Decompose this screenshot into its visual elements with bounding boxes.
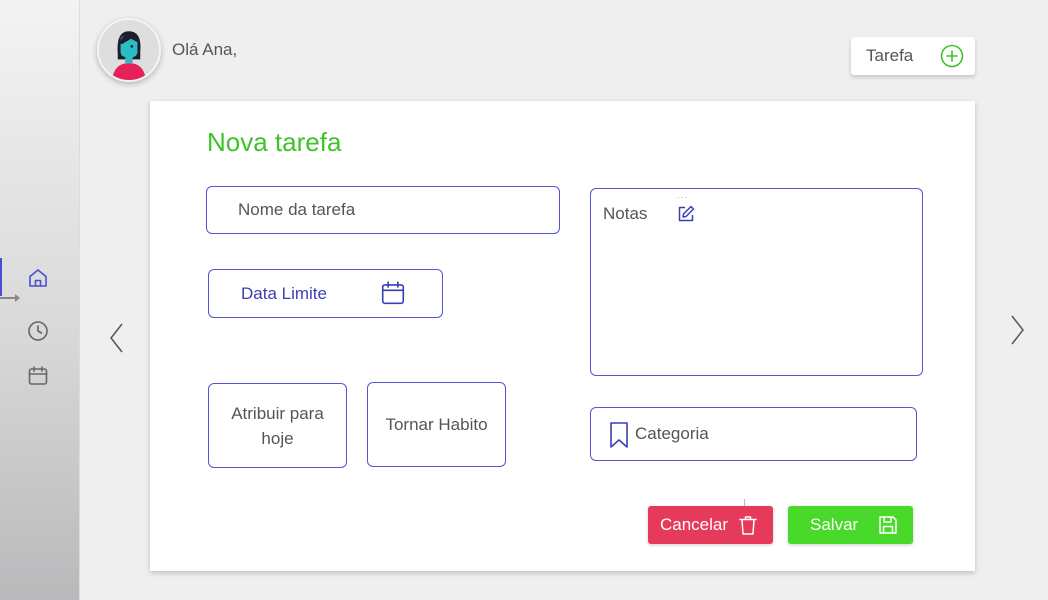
assign-today-label: Atribuir para hoje: [231, 403, 324, 448]
cancel-button[interactable]: Cancelar: [648, 506, 773, 544]
cancel-label: Cancelar: [660, 515, 729, 534]
page-title: Nova tarefa: [207, 127, 342, 157]
due-date-label: Data Limite: [241, 283, 327, 303]
new-task-card: Nova tarefa Nome da tarefa Data Limite A…: [150, 101, 975, 571]
task-name-input[interactable]: Nome da tarefa: [206, 186, 560, 234]
new-task-label: Tarefa: [866, 46, 914, 65]
category-select[interactable]: Categoria: [590, 407, 917, 461]
save-button[interactable]: Salvar: [788, 506, 913, 544]
active-nav-marker: [0, 258, 2, 296]
sidebar-item-history[interactable]: [26, 319, 50, 343]
sidebar-pointer-arrow: [0, 294, 20, 302]
assign-today-button[interactable]: Atribuir para hoje: [208, 383, 347, 468]
edit-icon: [678, 205, 695, 222]
home-icon: [29, 269, 47, 287]
avatar[interactable]: [97, 18, 161, 82]
chevron-left-icon: [110, 323, 123, 353]
make-habit-label: Tornar Habito: [385, 415, 488, 434]
previous-arrow-button[interactable]: [107, 321, 127, 355]
calendar-icon: [381, 281, 405, 305]
save-icon: [879, 516, 897, 534]
greeting-text: Olá Ana,: [172, 40, 238, 59]
new-task-button[interactable]: Tarefa: [851, 37, 975, 75]
save-label: Salvar: [810, 515, 859, 534]
make-habit-button[interactable]: Tornar Habito: [367, 382, 506, 467]
next-arrow-button[interactable]: [1007, 313, 1027, 347]
due-date-button[interactable]: Data Limite: [208, 269, 443, 318]
user-avatar-illustration: [99, 20, 159, 80]
notes-textarea[interactable]: ··· Notas: [590, 188, 923, 376]
chevron-right-icon: [1011, 315, 1024, 345]
clock-icon: [28, 321, 48, 341]
plus-circle-icon: [940, 44, 964, 68]
drag-handle-dots: ···: [677, 193, 688, 202]
task-name-placeholder: Nome da tarefa: [238, 200, 356, 219]
category-label: Categoria: [635, 424, 709, 443]
sidebar-item-calendar[interactable]: [26, 364, 50, 388]
sidebar-item-home[interactable]: [26, 266, 50, 290]
sidebar: [0, 0, 80, 600]
calendar-icon: [28, 366, 48, 385]
bookmark-icon: [610, 422, 628, 448]
trash-icon: [739, 516, 757, 535]
notes-label: Notas: [603, 204, 648, 223]
